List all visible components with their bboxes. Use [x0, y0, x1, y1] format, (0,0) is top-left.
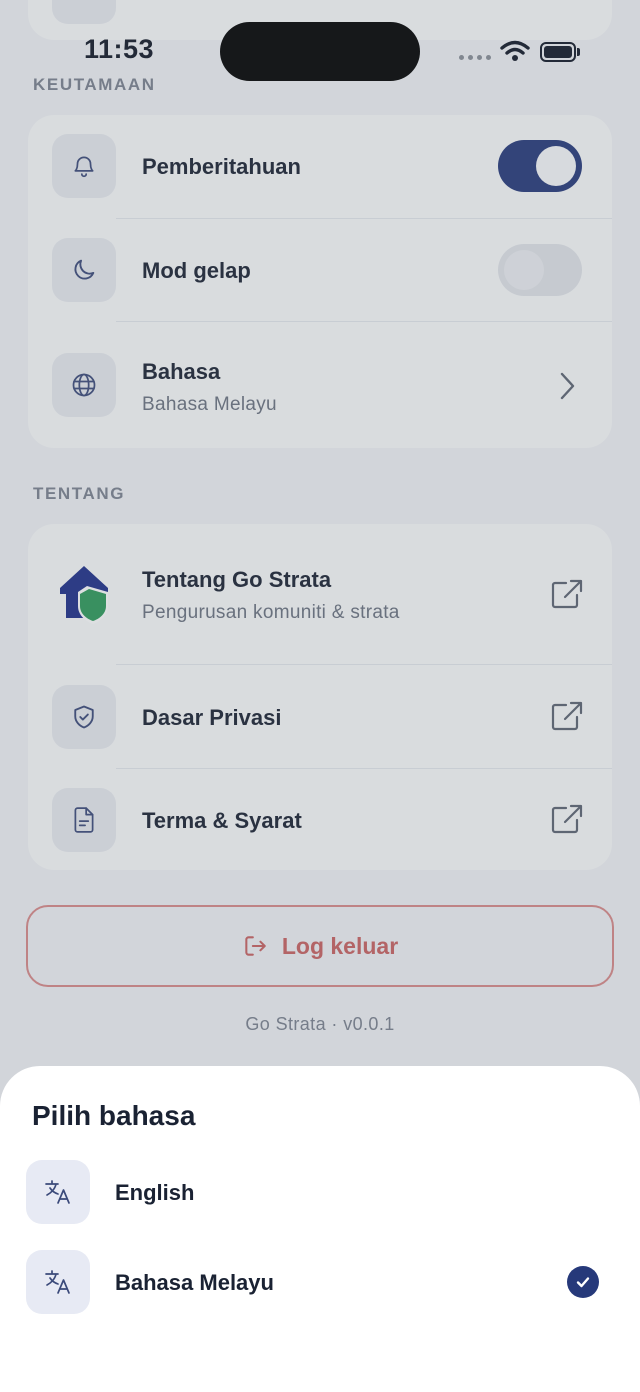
language-option-label: Bahasa Melayu [115, 1270, 274, 1295]
check-icon [567, 1266, 599, 1298]
language-option-malay[interactable]: Bahasa Melayu [0, 1246, 640, 1318]
language-option-english[interactable]: English [0, 1156, 640, 1228]
translate-icon [26, 1250, 90, 1314]
language-picker-sheet: Pilih bahasa English Bahasa Melayu [0, 1066, 640, 1392]
language-option-label: English [115, 1180, 195, 1205]
translate-icon [26, 1160, 90, 1224]
sheet-title: Pilih bahasa [32, 1100, 196, 1131]
settings-screen: 11:53 KEUTAMAAN Pemberitahuan Mod gelap … [0, 0, 640, 1392]
